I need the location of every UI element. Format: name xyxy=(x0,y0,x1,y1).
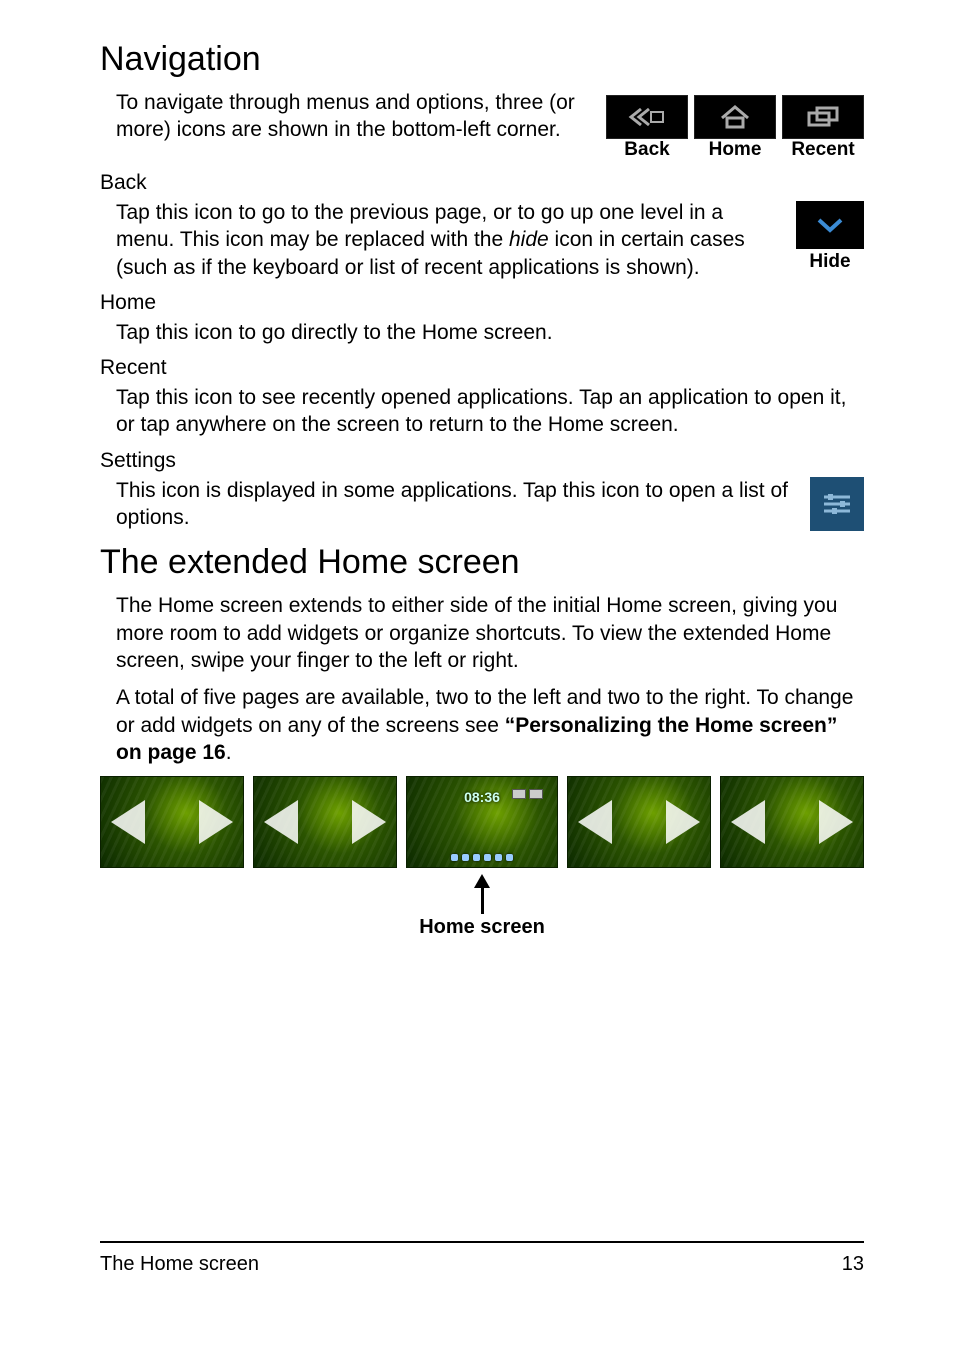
back-label: Back xyxy=(606,139,688,161)
back-body-italic: hide xyxy=(509,228,549,251)
home-screen-arrow-label: Home screen xyxy=(100,916,864,939)
back-body: Tap this icon to go to the previous page… xyxy=(116,199,864,281)
hide-icon-block: Hide xyxy=(796,201,864,273)
home-icon xyxy=(694,95,776,139)
extended-p2-post: . xyxy=(226,741,232,764)
home-thumb-2 xyxy=(253,776,397,868)
home-thumb-center: 08:36 xyxy=(406,776,558,868)
footer-page-number: 13 xyxy=(842,1253,864,1276)
home-thumb-5 xyxy=(720,776,864,868)
hide-label: Hide xyxy=(796,251,864,273)
page-footer: The Home screen 13 xyxy=(100,1241,864,1276)
nav-icons-group: Back Home Recent xyxy=(606,95,864,161)
section-heading-extended: The extended Home screen xyxy=(100,543,864,582)
recent-label: Recent xyxy=(782,139,864,161)
home-label: Home xyxy=(694,139,776,161)
extended-p1: The Home screen extends to either side o… xyxy=(116,592,864,674)
recent-icon xyxy=(782,95,864,139)
home-thumb-clock: 08:36 xyxy=(464,789,500,805)
home-body: Tap this icon to go directly to the Home… xyxy=(116,319,864,346)
home-thumb-1 xyxy=(100,776,244,868)
home-thumb-4 xyxy=(567,776,711,868)
home-subheading: Home xyxy=(100,291,864,315)
settings-icon xyxy=(810,477,864,531)
recent-subheading: Recent xyxy=(100,356,864,380)
settings-subheading: Settings xyxy=(100,449,864,473)
hide-icon xyxy=(796,201,864,249)
extended-p2: A total of five pages are available, two… xyxy=(116,684,864,766)
section-heading-navigation: Navigation xyxy=(100,40,864,79)
recent-body: Tap this icon to see recently opened app… xyxy=(116,384,864,439)
back-subheading: Back xyxy=(100,171,864,195)
back-icon xyxy=(606,95,688,139)
home-screens-strip: 08:36 xyxy=(100,776,864,868)
footer-title: The Home screen xyxy=(100,1253,259,1276)
home-screen-arrow: Home screen xyxy=(100,874,864,939)
settings-body: This icon is displayed in some applicati… xyxy=(116,477,864,532)
